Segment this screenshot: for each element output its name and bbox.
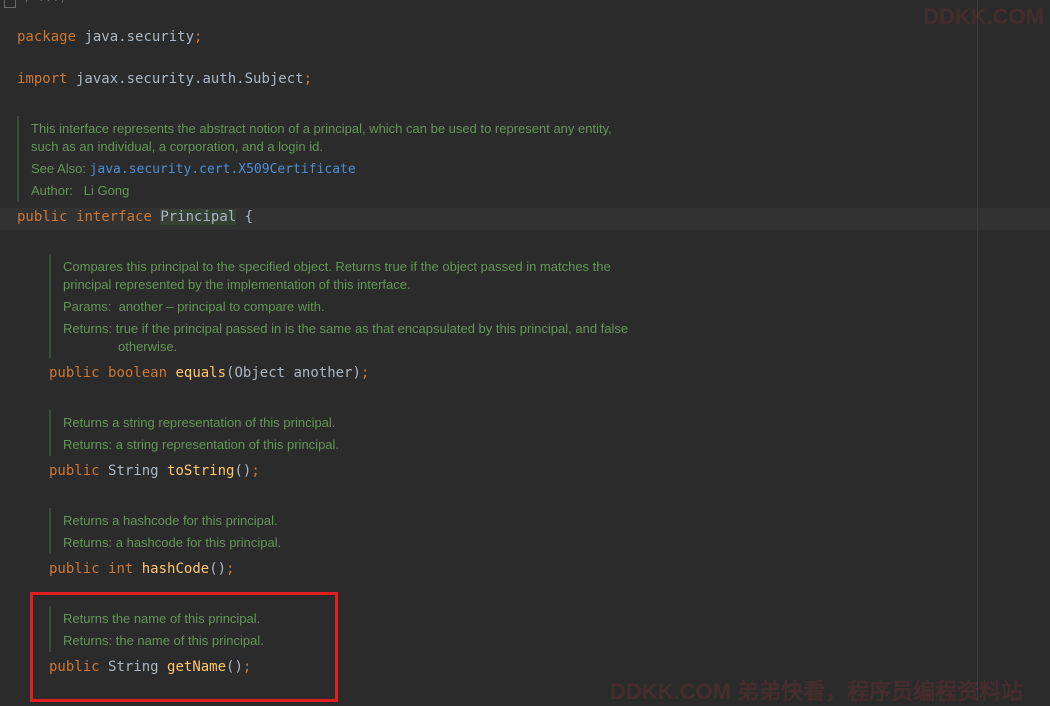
- returns-row: Returns: a string representation of this…: [63, 437, 340, 452]
- method-name-tostring[interactable]: toString: [167, 463, 234, 479]
- interface-javadoc: This interface represents the abstract n…: [17, 116, 679, 202]
- returns-value: true if the principal passed in is the s…: [115, 321, 629, 336]
- return-type: boolean: [108, 365, 168, 381]
- params-row: Params: another – principal to compare w…: [63, 298, 325, 316]
- watermark: DDKK.COM: [923, 4, 1044, 29]
- folded-header-text: *, ...): [16, 0, 67, 4]
- package-line: package java.security;: [17, 29, 202, 45]
- returns-row: Returns: a hashcode for this principal.: [63, 535, 282, 550]
- import-name: javax.security.auth.Subject: [67, 71, 304, 87]
- doc-text: principal represented by the implementat…: [63, 277, 411, 292]
- right-margin-guide: [977, 0, 978, 700]
- semicolon: ;: [226, 561, 235, 577]
- see-also-row: See Also: java.security.cert.X509Certifi…: [31, 160, 356, 179]
- params-value: another – principal to compare with.: [118, 299, 325, 314]
- public-keyword: public: [49, 561, 100, 577]
- import-line: import javax.security.auth.Subject;: [17, 71, 312, 87]
- interface-declaration: public interface Principal {: [17, 209, 253, 225]
- doc-text: This interface represents the abstract n…: [31, 121, 612, 136]
- fold-icon[interactable]: [4, 0, 16, 8]
- highlight-box: [30, 592, 338, 702]
- semicolon: ;: [194, 29, 203, 45]
- params-label: Params:: [63, 299, 112, 314]
- hashcode-method: public int hashCode();: [49, 561, 234, 577]
- package-name: java.security: [76, 29, 195, 45]
- method-name-hashcode[interactable]: hashCode: [142, 561, 209, 577]
- doc-text: Returns a hashcode for this principal.: [63, 513, 278, 528]
- code-editor[interactable]: *, ...) package java.security; import ja…: [0, 0, 1050, 704]
- import-keyword: import: [17, 71, 68, 87]
- tostring-javadoc: Returns a string representation of this …: [49, 410, 451, 456]
- public-keyword: public: [17, 209, 68, 225]
- equals-method: public boolean equals(Object another);: [49, 365, 369, 381]
- package-keyword: package: [17, 29, 77, 45]
- doc-text: Returns a string representation of this …: [63, 415, 336, 430]
- doc-text: such as an individual, a corporation, an…: [31, 139, 323, 154]
- method-args: (Object another): [226, 365, 361, 381]
- interface-keyword: interface: [76, 209, 152, 225]
- public-keyword: public: [49, 463, 100, 479]
- returns-continuation: otherwise.: [118, 339, 178, 354]
- author-value: Li Gong: [83, 183, 130, 198]
- public-keyword: public: [49, 365, 100, 381]
- see-also-link[interactable]: java.security.cert.X509Certificate: [90, 162, 356, 177]
- equals-javadoc: Compares this principal to the specified…: [49, 254, 691, 358]
- method-args: (): [209, 561, 227, 577]
- return-type: int: [108, 561, 134, 577]
- see-also-label: See Also:: [31, 161, 86, 176]
- method-args: (): [234, 463, 252, 479]
- returns-row: Returns: true if the principal passed in…: [63, 320, 628, 338]
- author-label: Author:: [31, 183, 73, 198]
- semicolon: ;: [360, 365, 370, 381]
- method-name-equals[interactable]: equals: [175, 365, 226, 381]
- tostring-method: public String toString();: [49, 463, 260, 479]
- hashcode-javadoc: Returns a hashcode for this principal. R…: [49, 508, 451, 554]
- returns-label: Returns:: [63, 321, 113, 336]
- watermark: DDKK.COM 弟弟快看，程序员编程资料站: [610, 679, 1024, 704]
- author-row: Author: Li Gong: [31, 182, 129, 200]
- semicolon: ;: [303, 71, 313, 87]
- open-brace: {: [236, 209, 254, 225]
- class-name[interactable]: Principal: [160, 209, 237, 225]
- semicolon: ;: [251, 463, 260, 479]
- doc-text: Compares this principal to the specified…: [63, 259, 611, 274]
- return-type: String: [108, 463, 159, 479]
